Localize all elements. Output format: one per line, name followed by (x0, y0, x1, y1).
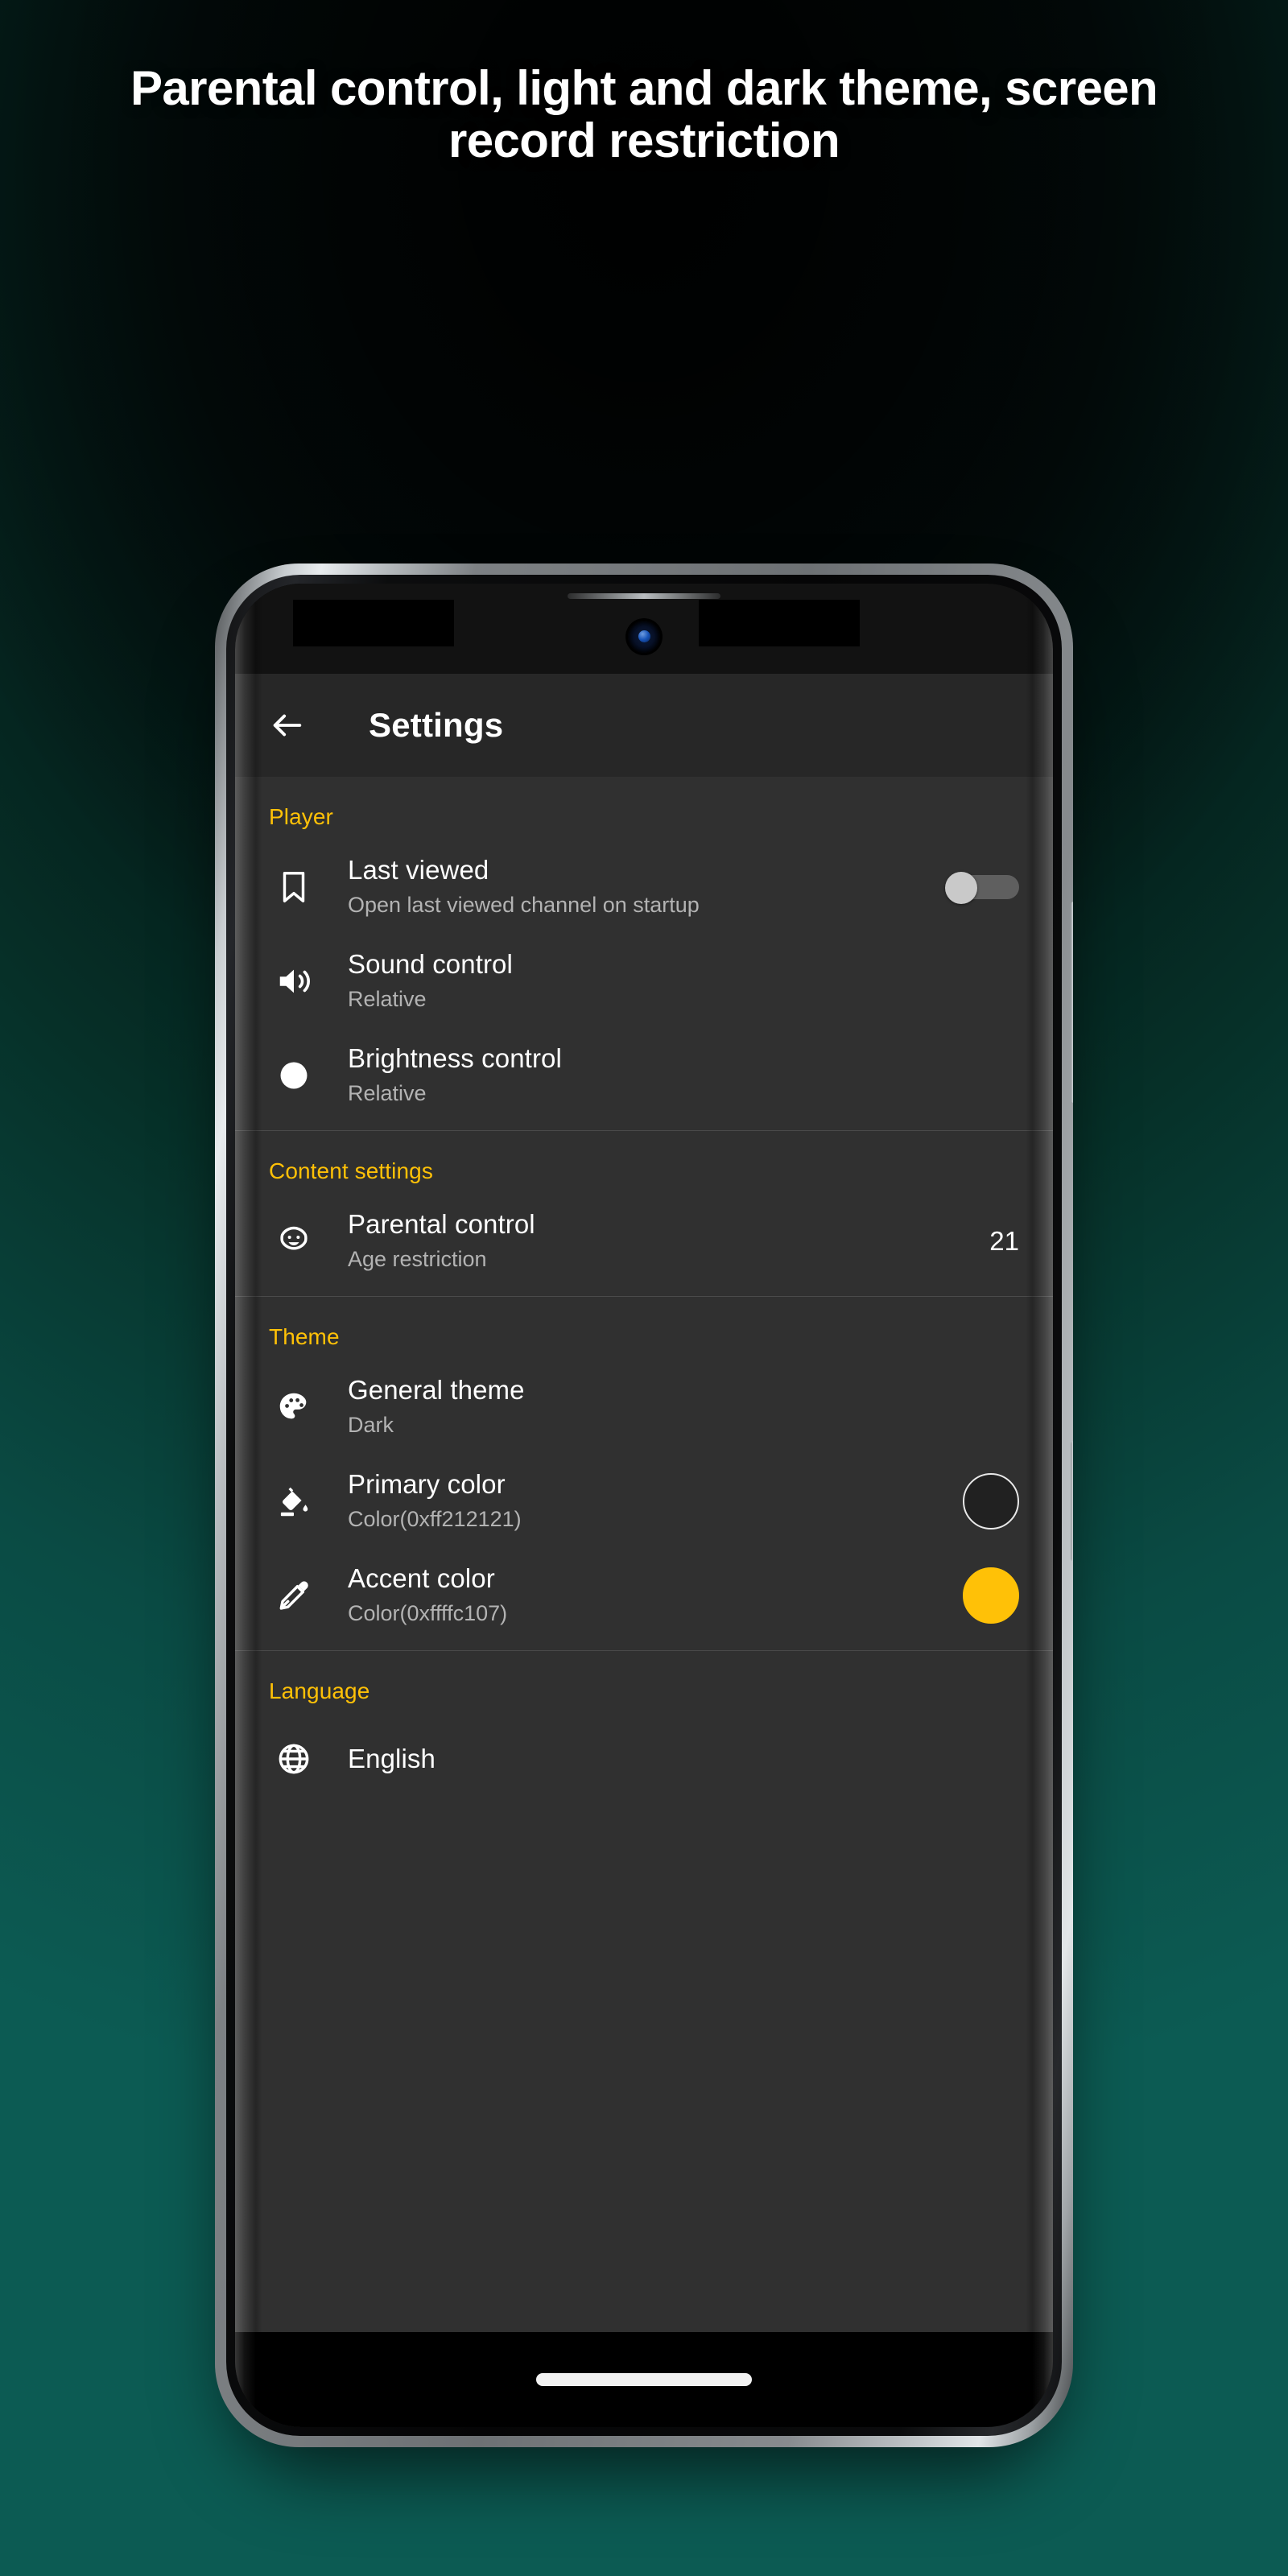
phone-frame: Settings Player Last viewed Open last vi… (215, 564, 1073, 2447)
parental-control-value: 21 (989, 1225, 1019, 1256)
setting-row-sound-control[interactable]: Sound control Relative (235, 934, 1053, 1028)
toggle-thumb (945, 871, 977, 904)
setting-row-general-theme[interactable]: General theme Dark (235, 1360, 1053, 1454)
setting-subtitle: Age restriction (348, 1247, 487, 1272)
phone-mockup: Settings Player Last viewed Open last vi… (215, 564, 1073, 2447)
arrow-left-icon[interactable] (269, 707, 306, 744)
setting-title: Primary color (348, 1469, 506, 1499)
power-button[interactable] (1071, 1441, 1073, 1562)
page-title: Settings (369, 706, 504, 744)
setting-title: Sound control (348, 949, 513, 979)
app-bar: Settings (235, 674, 1053, 777)
phone-screen: Settings Player Last viewed Open last vi… (235, 584, 1053, 2427)
setting-subtitle: Color(0xffffc107) (348, 1601, 508, 1626)
setting-row-brightness-control[interactable]: Brightness control Relative (235, 1028, 1053, 1122)
status-bar-left-blank (293, 600, 454, 646)
setting-title: Accent color (348, 1563, 495, 1593)
setting-title: General theme (348, 1375, 525, 1405)
setting-title: Parental control (348, 1209, 535, 1239)
volume-up-icon (269, 956, 319, 1006)
volume-rocker-button[interactable] (1071, 902, 1073, 1103)
setting-subtitle: Relative (348, 1081, 427, 1106)
setting-title: English (348, 1743, 436, 1773)
section-header-content-settings: Content settings (269, 1158, 433, 1183)
setting-row-primary-color[interactable]: Primary color Color(0xff212121) (235, 1454, 1053, 1548)
eyedropper-icon (269, 1571, 319, 1620)
paint-bucket-icon (269, 1476, 319, 1526)
setting-subtitle: Relative (348, 987, 427, 1012)
primary-color-swatch[interactable] (963, 1472, 1019, 1530)
bookmark-icon (269, 862, 319, 912)
setting-row-last-viewed[interactable]: Last viewed Open last viewed channel on … (235, 840, 1053, 934)
settings-app: Settings Player Last viewed Open last vi… (235, 674, 1053, 2427)
section-header-theme: Theme (269, 1324, 340, 1349)
setting-title: Last viewed (348, 855, 489, 885)
section-header-player: Player (269, 804, 333, 829)
phone-bezel: Settings Player Last viewed Open last vi… (226, 575, 1062, 2436)
earpiece-speaker (568, 593, 720, 599)
last-viewed-toggle[interactable] (945, 871, 1019, 904)
settings-list[interactable]: Player Last viewed Open last viewed chan… (235, 777, 1053, 2332)
child-face-icon (269, 1216, 319, 1266)
home-indicator[interactable] (536, 2373, 752, 2386)
navigation-gesture-area (235, 2332, 1053, 2427)
globe-icon (269, 1734, 319, 1784)
setting-row-accent-color[interactable]: Accent color Color(0xffffc107) (235, 1548, 1053, 1642)
setting-subtitle: Color(0xff212121) (348, 1507, 522, 1532)
setting-title: Brightness control (348, 1043, 562, 1073)
front-camera-icon (628, 621, 660, 653)
palette-icon (269, 1382, 319, 1432)
setting-row-parental-control[interactable]: Parental control Age restriction 21 (235, 1194, 1053, 1288)
status-bar-right-blank (699, 600, 860, 646)
setting-subtitle: Dark (348, 1413, 394, 1438)
accent-color-swatch[interactable] (963, 1567, 1019, 1624)
setting-row-language[interactable]: English (235, 1714, 1053, 1804)
promo-headline: Parental control, light and dark theme, … (130, 61, 1158, 167)
setting-subtitle: Open last viewed channel on startup (348, 893, 700, 918)
brightness-circle-icon (269, 1051, 319, 1100)
section-header-language: Language (269, 1678, 370, 1703)
